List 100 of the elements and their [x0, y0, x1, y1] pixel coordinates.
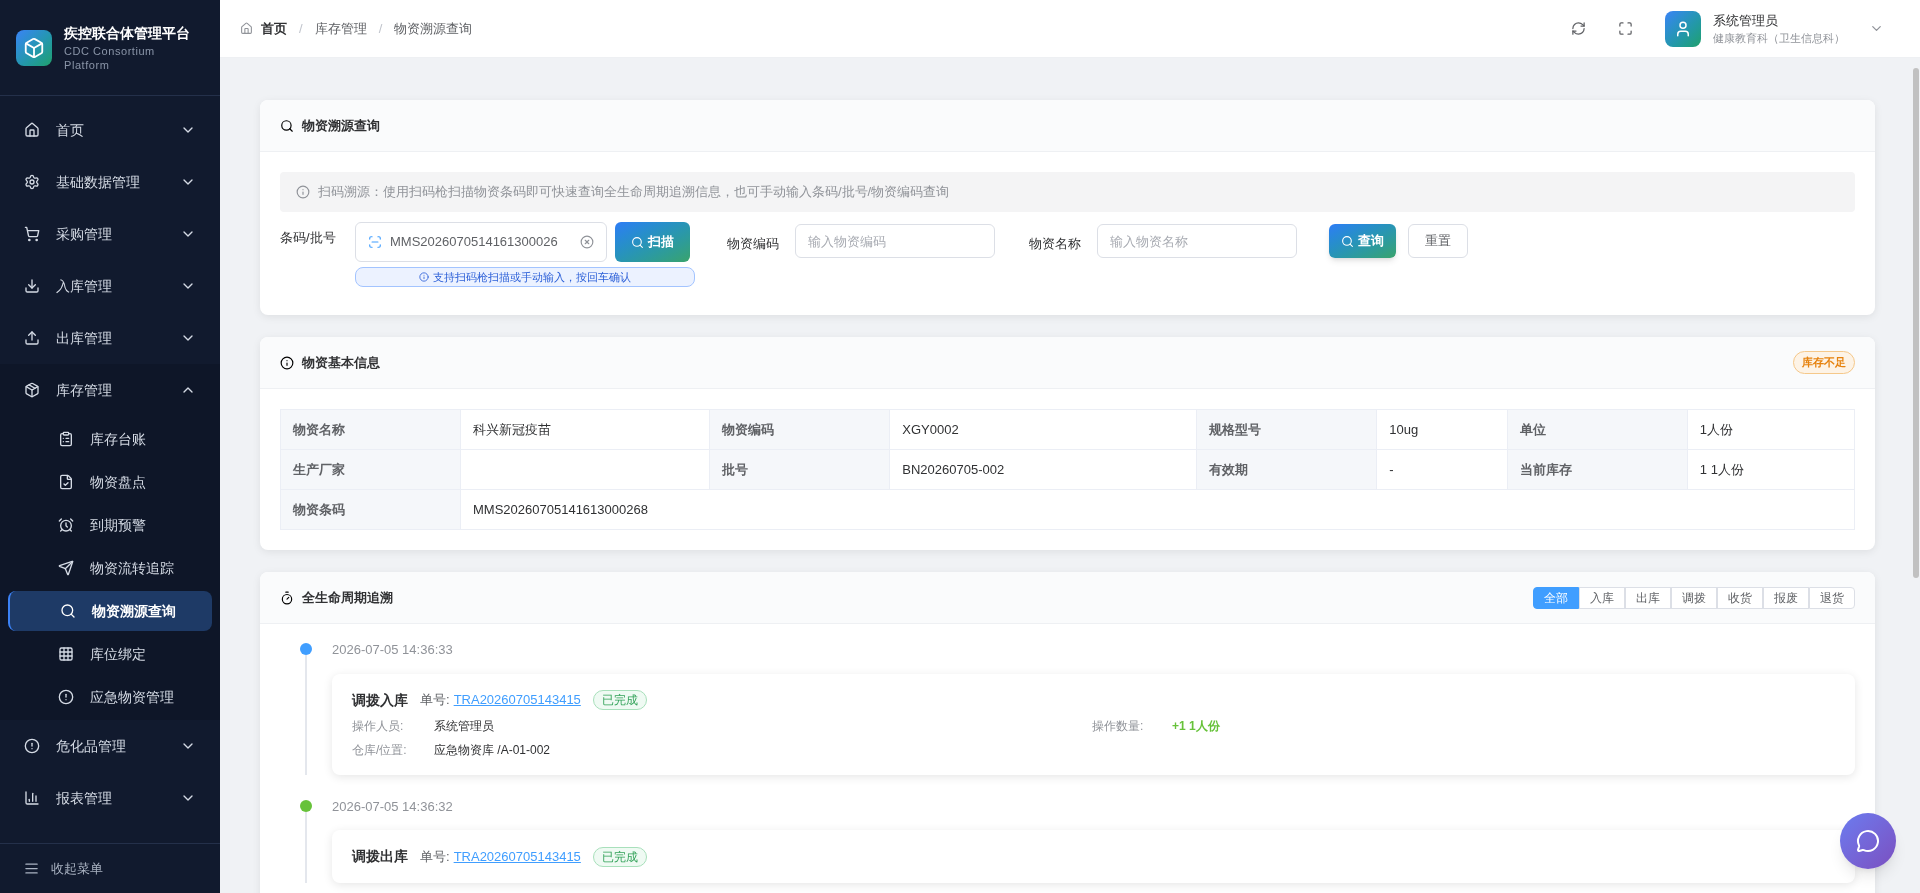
breadcrumb-link[interactable]: 库存管理: [314, 18, 367, 39]
download-icon: [24, 278, 40, 294]
sidebar-item[interactable]: 报表管理: [0, 772, 220, 824]
sidebar-item[interactable]: 库存管理: [0, 364, 220, 416]
home-icon: [240, 22, 253, 35]
alarm-clock-icon: [58, 517, 74, 533]
operator-value: 系统管理员: [434, 717, 495, 735]
field-label: 条码/批号: [280, 229, 337, 247]
filter-tab[interactable]: 出库: [1625, 586, 1671, 609]
info-icon: [296, 185, 310, 199]
menu-icon: [24, 861, 39, 876]
clear-icon[interactable]: [580, 235, 594, 249]
field-label: 操作数量:: [1092, 717, 1145, 735]
filter-tab[interactable]: 报废: [1763, 586, 1809, 609]
value-cell: 10ug: [1376, 409, 1508, 450]
refresh-icon[interactable]: [1571, 21, 1586, 36]
location-value: 应急物资库 /A-01-002: [434, 741, 551, 759]
filter-tab[interactable]: 入库: [1579, 586, 1625, 609]
hint-text: 支持扫码枪扫描或手动输入，按回车确认: [433, 269, 631, 285]
reset-button[interactable]: 重置: [1408, 224, 1468, 258]
sidebar-item[interactable]: 危化品管理: [0, 720, 220, 772]
alert-icon: [24, 738, 40, 754]
search-icon: [1341, 234, 1354, 248]
material-code-input[interactable]: 输入物资编码: [795, 224, 995, 258]
breadcrumb-separator: /: [378, 19, 383, 38]
logo-icon: [16, 29, 52, 66]
card-title: 物资基本信息: [302, 353, 381, 372]
breadcrumb-separator: /: [299, 19, 303, 38]
timer-icon: [280, 590, 294, 605]
file-check-icon: [58, 474, 74, 490]
home-icon: [24, 122, 40, 138]
upload-icon: [24, 330, 40, 346]
sidebar-item[interactable]: 入库管理: [0, 260, 220, 312]
sidebar-subitem[interactable]: 库存台账: [8, 419, 212, 459]
field-label: 物资编码: [727, 235, 780, 253]
grid-icon: [58, 646, 74, 662]
value-cell: -: [1376, 449, 1508, 490]
package-icon: [24, 382, 40, 398]
clipboard-icon: [58, 431, 74, 447]
label-cell: 批号: [709, 449, 890, 490]
search-icon: [60, 603, 76, 619]
sidebar-subitem[interactable]: 物资盘点: [8, 462, 212, 502]
label-cell: 有效期: [1196, 449, 1377, 490]
event-type: 调拨出库: [352, 847, 408, 866]
user-name: 系统管理员: [1713, 11, 1779, 30]
cart-icon: [24, 226, 40, 242]
alert-icon: [58, 689, 74, 705]
value-cell: 1人份: [1687, 409, 1855, 450]
sidebar-subitem[interactable]: 物资流转追踪: [8, 548, 212, 588]
sidebar-subitem[interactable]: 物资溯源查询: [8, 591, 212, 631]
label-cell: 生产厂家: [280, 449, 461, 490]
sidebar-item[interactable]: 出库管理: [0, 312, 220, 364]
sidebar-item[interactable]: 基础数据管理: [0, 156, 220, 208]
value-cell: 1 1人份: [1687, 449, 1855, 490]
value-cell: 科兴新冠疫苗: [460, 409, 710, 450]
filter-tab[interactable]: 退货: [1809, 586, 1855, 609]
sidebar-subitem[interactable]: 应急物资管理: [8, 677, 212, 717]
field-label: 物资名称: [1029, 235, 1082, 253]
filter-tab[interactable]: 收货: [1717, 586, 1763, 609]
label-cell: 物资条码: [280, 489, 461, 530]
status-tag: 已完成: [592, 690, 647, 710]
breadcrumb-link[interactable]: 物资溯源查询: [394, 18, 473, 39]
label-cell: 物资编码: [709, 409, 890, 450]
filter-tab[interactable]: 调拨: [1671, 586, 1717, 609]
order-label: 单号:: [420, 847, 450, 866]
status-tag: 已完成: [592, 846, 647, 867]
breadcrumb-link[interactable]: 首页: [261, 18, 287, 39]
label-cell: 当前库存: [1507, 449, 1688, 490]
send-icon: [58, 560, 74, 576]
timestamp: 2026-07-05 14:36:32: [332, 797, 454, 816]
quantity-value: +1 1人份: [1172, 717, 1220, 735]
status-badge: 库存不足: [1793, 351, 1855, 374]
brand-subtitle: CDC Consortium Platform: [64, 44, 156, 72]
material-name-input[interactable]: 输入物资名称: [1097, 224, 1297, 258]
sidebar-subitem[interactable]: 到期预警: [8, 505, 212, 545]
value-cell: BN20260705-002: [889, 449, 1197, 490]
fullscreen-icon[interactable]: [1618, 21, 1633, 36]
label-cell: 规格型号: [1196, 409, 1377, 450]
chat-icon: [1856, 829, 1880, 853]
value-cell: MMS20260705141613000268: [460, 489, 1855, 530]
sidebar-item[interactable]: 首页: [0, 104, 220, 156]
value-cell: XGY0002: [889, 409, 1197, 450]
chat-button[interactable]: [1840, 813, 1896, 869]
field-label: 操作人员:: [352, 717, 405, 735]
label-cell: 物资名称: [280, 409, 461, 450]
collapse-menu-link[interactable]: 收起菜单: [51, 858, 103, 879]
info-icon: [419, 272, 429, 282]
search-icon: [631, 235, 644, 249]
event-type: 调拨入库: [352, 690, 408, 710]
settings-icon: [24, 174, 40, 190]
barcode-input[interactable]: MMS2026070514161300026: [355, 222, 607, 262]
sidebar-item[interactable]: 采购管理: [0, 208, 220, 260]
timestamp: 2026-07-05 14:36:33: [332, 641, 454, 659]
avatar[interactable]: [1665, 10, 1701, 47]
user-department: 健康教育科（卫生信息科）: [1713, 31, 1845, 46]
label-cell: 单位: [1507, 409, 1688, 450]
tip-text: 扫码溯源：使用扫码枪扫描物资条码即可快速查询全生命周期追溯信息，也可手动输入条码/批号/物资编码查询: [318, 183, 950, 202]
info-icon: [280, 355, 294, 370]
sidebar-subitem[interactable]: 库位绑定: [8, 634, 212, 674]
order-label: 单号:: [420, 691, 450, 710]
